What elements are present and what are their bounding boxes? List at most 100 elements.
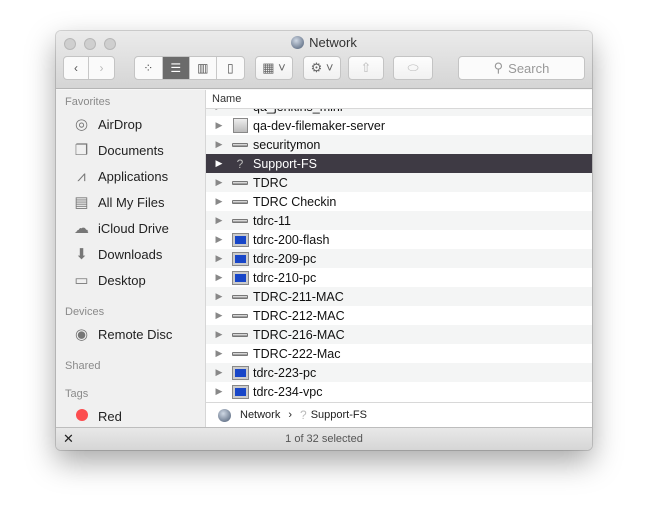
path-bar: Network › ? Support-FS xyxy=(206,402,592,427)
column-view-button[interactable]: ▥ xyxy=(190,57,217,79)
sidebar: Favorites ◎ AirDrop ❐ Documents ⩘ Applicati… xyxy=(56,90,206,427)
server-icon xyxy=(232,309,248,323)
applications-icon: ⩘ xyxy=(77,167,86,185)
search-field[interactable]: ⚲ Search xyxy=(458,56,585,80)
server-icon xyxy=(232,347,248,361)
disclosure-triangle-icon[interactable]: ▶ xyxy=(206,310,232,321)
list-item[interactable]: ▶ TDRC-211-MAC xyxy=(206,287,592,306)
list-item[interactable]: ▶ qa-dev-filemaker-server xyxy=(206,116,592,135)
item-name: TDRC xyxy=(253,175,288,190)
list-item[interactable]: ▶ TDRC-216-MAC xyxy=(206,325,592,344)
mac-icon xyxy=(232,118,248,133)
item-name: tdrc-223-pc xyxy=(253,365,317,380)
list-item[interactable]: ▶ tdrc-200-flash xyxy=(206,230,592,249)
sidebar-item-icloud-drive[interactable]: ☁ iCloud Drive xyxy=(72,218,169,238)
item-name: tdrc-11 xyxy=(253,213,291,228)
label: All My Files xyxy=(98,194,165,210)
list-item[interactable]: ▶ securitymon xyxy=(206,135,592,154)
item-name: TDRC Checkin xyxy=(253,194,337,209)
item-name: TDRC-222-Mac xyxy=(253,346,341,361)
disclosure-triangle-icon[interactable]: ▶ xyxy=(206,367,232,378)
column-header-name[interactable]: Name xyxy=(206,90,592,109)
path-item-support-fs[interactable]: Support-FS xyxy=(311,409,367,421)
item-name: tdrc-200-flash xyxy=(253,232,330,247)
disclosure-triangle-icon[interactable]: ▶ xyxy=(206,253,232,264)
sidebar-item-all-my-files[interactable]: ▤ All My Files xyxy=(72,192,164,212)
network-globe-icon xyxy=(218,408,231,422)
item-name: qa_jenkins_mini xyxy=(253,109,343,114)
disclosure-triangle-icon[interactable]: ▶ xyxy=(206,348,232,359)
item-name: TDRC-216-MAC xyxy=(253,327,345,342)
list-item[interactable]: ▶ tdrc-223-pc xyxy=(206,363,592,382)
downloads-icon: ⬇ xyxy=(75,246,88,263)
disclosure-triangle-icon[interactable]: ▶ xyxy=(206,234,232,245)
action-gear-button[interactable]: ⚙ ˅ xyxy=(303,56,341,80)
disclosure-triangle-icon[interactable]: ▶ xyxy=(206,291,232,302)
list-item[interactable]: ▶? Support-FS xyxy=(206,154,592,173)
disclosure-triangle-icon[interactable]: ▶ xyxy=(206,177,232,188)
list-item[interactable]: ▶ tdrc-11 xyxy=(206,211,592,230)
devices-header: Devices xyxy=(65,306,105,318)
nav-buttons: ‹ › xyxy=(63,56,115,80)
list-item[interactable]: ▶ TDRC Checkin xyxy=(206,192,592,211)
sidebar-item-remote-disc[interactable]: ◉ Remote Disc xyxy=(72,324,172,344)
finder-window: Network ‹ › ⁘ ☰ ▥ ▯ ▦ ˅ ⚙ ˅ ⇧ ⬭ ⚲ Search … xyxy=(56,31,592,450)
disclosure-triangle-icon[interactable]: ▶ xyxy=(206,158,232,169)
tags-header: Tags xyxy=(65,388,89,400)
label: AirDrop xyxy=(98,116,143,132)
sidebar-item-desktop[interactable]: ▭ Desktop xyxy=(72,270,145,290)
sidebar-item-applications[interactable]: ⩘ Applications xyxy=(72,166,168,186)
disclosure-triangle-icon[interactable]: ▶ xyxy=(206,329,232,340)
item-name: TDRC-212-MAC xyxy=(253,308,345,323)
arrange-button[interactable]: ▦ ˅ xyxy=(255,56,293,80)
all-files-icon: ▤ xyxy=(74,194,89,211)
red-tag-dot-icon xyxy=(72,408,91,425)
disclosure-triangle-icon[interactable]: ▶ xyxy=(206,139,232,150)
share-button[interactable]: ⇧ xyxy=(348,56,384,80)
server-icon xyxy=(232,290,248,304)
tools-icon: ✕ xyxy=(63,431,74,446)
window-title-text: Network xyxy=(309,35,357,50)
documents-icon: ❐ xyxy=(74,142,89,159)
list-item[interactable]: ▶ qa_jenkins_mini xyxy=(206,109,592,116)
disclosure-triangle-icon[interactable]: ▶ xyxy=(206,215,232,226)
path-item-network[interactable]: Network xyxy=(240,409,280,421)
sidebar-item-documents[interactable]: ❐ Documents xyxy=(72,140,164,160)
sidebar-item-tag-red[interactable]: Red xyxy=(72,406,122,426)
list-view-button[interactable]: ☰ xyxy=(162,57,190,79)
sidebar-item-downloads[interactable]: ⬇ Downloads xyxy=(72,244,162,264)
disclosure-triangle-icon[interactable]: ▶ xyxy=(206,272,232,283)
pc-icon xyxy=(231,270,249,285)
list-item[interactable]: ▶ TDRC-212-MAC xyxy=(206,306,592,325)
tags-button[interactable]: ⬭ xyxy=(393,56,433,80)
file-list[interactable]: ▶ qa_jenkins_mini ▶ qa-dev-filemaker-server… xyxy=(206,109,592,402)
label: iCloud Drive xyxy=(98,220,169,236)
view-mode-control: ⁘ ☰ ▥ ▯ xyxy=(134,56,245,80)
list-item[interactable]: ▶ tdrc-209-pc xyxy=(206,249,592,268)
question-icon: ? xyxy=(300,408,307,422)
disclosure-triangle-icon[interactable]: ▶ xyxy=(206,196,232,207)
label: Remote Disc xyxy=(98,326,173,342)
item-name: TDRC-211-MAC xyxy=(253,289,344,304)
back-button[interactable]: ‹ xyxy=(64,57,90,79)
disclosure-triangle-icon[interactable]: ▶ xyxy=(206,120,232,131)
network-globe-icon xyxy=(291,36,305,49)
coverflow-view-button[interactable]: ▯ xyxy=(217,57,244,79)
favorites-header: Favorites xyxy=(65,96,111,108)
list-item[interactable]: ▶ TDRC xyxy=(206,173,592,192)
item-name: tdrc-209-pc xyxy=(253,251,317,266)
icon-view-button[interactable]: ⁘ xyxy=(135,57,163,79)
sidebar-item-airdrop[interactable]: ◎ AirDrop xyxy=(72,114,142,134)
item-name: securitymon xyxy=(253,137,321,152)
forward-button[interactable]: › xyxy=(89,57,114,79)
list-item[interactable]: ▶ TDRC-222-Mac xyxy=(206,344,592,363)
label: Applications xyxy=(98,168,169,184)
desktop-icon: ▭ xyxy=(74,272,89,289)
disclosure-triangle-icon[interactable]: ▶ xyxy=(206,109,232,112)
list-item[interactable]: ▶ tdrc-234-vpc xyxy=(206,382,592,401)
pc-icon xyxy=(231,251,249,266)
list-item[interactable]: ▶ tdrc-210-pc xyxy=(206,268,592,287)
search-icon: ⚲ xyxy=(493,60,504,75)
disclosure-triangle-icon[interactable]: ▶ xyxy=(206,386,232,397)
item-name: qa-dev-filemaker-server xyxy=(253,118,385,133)
